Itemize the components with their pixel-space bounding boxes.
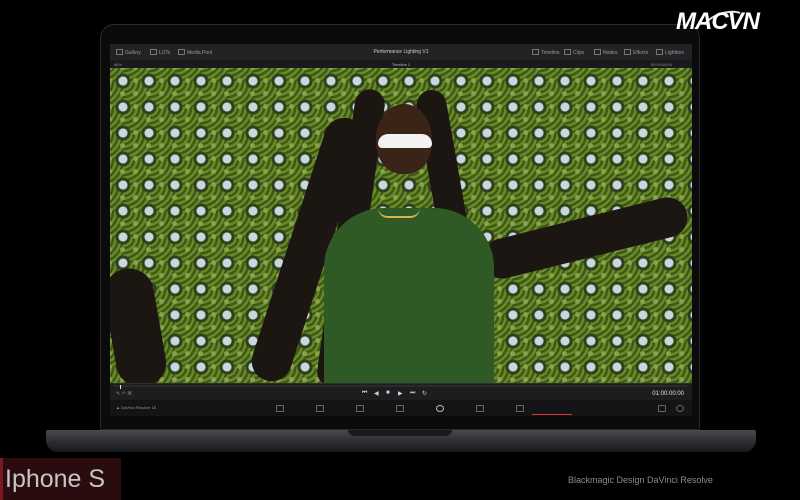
timeline-name[interactable]: Timeline 1 [110,62,692,67]
clips-icon [564,49,571,55]
page-deliver-icon[interactable] [516,405,524,412]
page-edit-icon[interactable] [356,405,364,412]
top-toolbar: Gallery LUTs Media Pool Performance Ligh… [110,44,692,61]
hair-braid-right [478,193,692,283]
logo-mac: MAC [676,8,729,35]
tab-lightbox[interactable]: Lightbox [656,49,684,56]
tab-nodes[interactable]: Nodes [594,49,617,56]
timeline-icon [532,49,539,55]
subject-necklace [378,208,420,218]
tab-timeline-label: Timeline [541,50,560,56]
logo-vn: VN [727,8,760,35]
effects-icon [624,49,631,55]
page-fusion-icon[interactable] [396,405,404,412]
lightbox-icon [656,49,663,55]
page-media-icon[interactable] [276,405,284,412]
go-to-end-button[interactable]: ⏭ [410,390,415,397]
active-page-indicator [532,414,572,415]
play-button[interactable]: ▶ [398,390,403,397]
loop-button[interactable]: ↻ [422,390,427,397]
subject-body [324,208,494,383]
laptop-hinge-notch [348,430,452,436]
scrubber[interactable] [114,385,688,389]
go-to-start-button[interactable]: ⏮ [362,390,367,397]
hair-braid-far-left [110,264,171,383]
iphone-watermark-badge: Iphone S [0,458,121,500]
viewer-timecode: 00:00:06:00 [650,62,672,67]
page-fairlight-icon[interactable] [476,405,484,412]
app-name: DaVinci Resolve 18 [121,405,156,410]
tab-clips-label: Clips [573,50,585,56]
transport-timecode: 01:00:00:00 [652,391,684,397]
app-logo: ▲ DaVinci Resolve 18 [116,405,156,410]
image-caption: Blackmagic Design DaVinci Resolve [568,475,713,485]
laptop-screen: Gallery LUTs Media Pool Performance Ligh… [110,44,692,416]
tab-nodes-label: Nodes [603,50,618,56]
page-navigation-bar: ▲ DaVinci Resolve 18 [110,400,692,416]
tab-clips[interactable]: Clips [564,49,584,56]
page-cut-icon[interactable] [316,405,324,412]
tab-effects-label: Effects [633,50,649,56]
stop-button[interactable]: ■ [386,390,390,396]
home-icon[interactable] [658,405,666,412]
video-viewer[interactable] [110,68,692,383]
subject-glasses [378,134,432,148]
viewer-tools[interactable]: ✎ ↶ ⌘ [116,391,132,397]
transport-bar: ✎ ↶ ⌘ ⏮ ◀ ■ ▶ ⏭ ↻ 01:00:00:00 [110,383,692,401]
playhead[interactable] [120,385,121,389]
play-reverse-button[interactable]: ◀ [374,390,379,397]
tab-lightbox-label: Lightbox [665,50,684,56]
nodes-icon [594,49,601,55]
macvn-logo: MACVN [676,8,760,36]
tab-effects[interactable]: Effects [624,49,648,56]
viewer-header: 86% Timeline 1 00:00:06:00 [110,60,692,68]
settings-gear-icon[interactable] [676,405,684,412]
page-color-icon[interactable] [436,405,444,412]
tab-timeline[interactable]: Timeline [532,49,560,56]
